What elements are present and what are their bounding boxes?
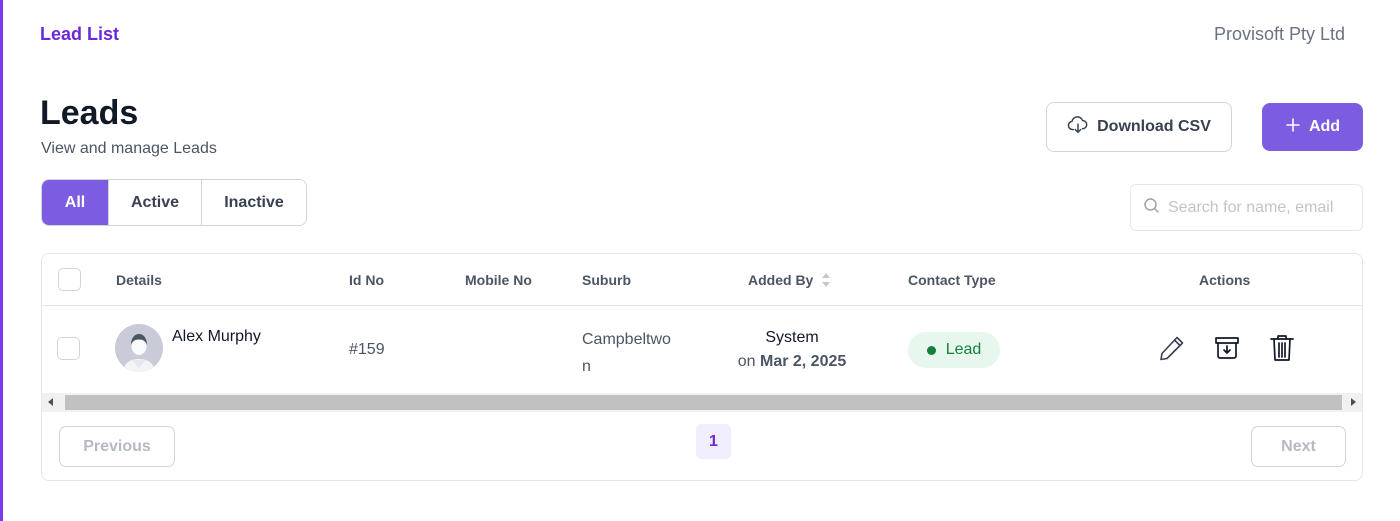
column-header-id-no: Id No [349,272,384,288]
top-bar: Lead List Provisoft Pty Ltd [40,24,1345,48]
added-on-date: Mar 2, 2025 [759,353,847,370]
lead-added-by: System on Mar 2, 2025 [732,326,852,374]
contact-type-badge: Lead [908,332,1000,368]
plus-icon [1285,117,1309,138]
scroll-right-arrow-icon[interactable] [1351,398,1356,406]
leads-table: Details Id No Mobile No Suburb Added By … [41,253,1363,481]
previous-page-button[interactable]: Previous [59,426,175,467]
sort-icon[interactable] [821,272,831,288]
lead-suburb-line-1: Campbeltwo [582,331,671,348]
add-label: Add [1308,118,1341,135]
status-dot [926,345,936,355]
search-input[interactable] [1168,198,1358,217]
scrollbar-thumb[interactable] [65,395,1342,410]
page-subtitle: View and manage Leads [41,140,217,157]
company-name: Provisoft Pty Ltd [1213,24,1345,44]
filter-tabs: All Active Inactive [41,179,307,226]
page-number-button[interactable]: 1 [696,424,731,459]
tab-active[interactable]: Active [109,180,202,225]
added-by-header-label: Added By [748,272,814,288]
download-csv-button[interactable]: Download CSV [1046,102,1232,152]
trash-icon [1268,333,1296,368]
lead-name[interactable]: Alex Murphy [172,328,261,346]
archive-button[interactable] [1212,334,1242,366]
user-avatar-icon [115,324,163,372]
archive-icon [1213,334,1241,367]
added-by-user: System [765,329,819,346]
column-header-added-by[interactable]: Added By [748,272,831,288]
page-title: Leads [40,94,139,132]
column-header-suburb: Suburb [582,272,631,288]
breadcrumb[interactable]: Lead List [40,24,119,45]
column-header-mobile-no: Mobile No [465,272,532,288]
column-header-details: Details [116,272,162,288]
lead-suburb: Campbeltwo n [582,326,671,380]
table-header: Details Id No Mobile No Suburb Added By … [42,254,1362,306]
added-on: on Mar 2, 2025 [732,350,852,374]
added-on-prefix: on [737,353,756,370]
column-header-actions: Actions [1199,272,1251,288]
delete-button[interactable] [1267,334,1297,366]
select-all-checkbox[interactable] [58,268,81,291]
pencil-icon [1158,334,1186,367]
next-page-button[interactable]: Next [1251,426,1346,467]
horizontal-scrollbar[interactable] [42,393,1362,412]
tab-all[interactable]: All [42,180,109,225]
scroll-left-arrow-icon[interactable] [48,398,53,406]
edit-button[interactable] [1157,334,1187,366]
search-icon [1143,197,1168,219]
add-button[interactable]: Add [1262,103,1363,151]
row-checkbox[interactable] [57,337,80,360]
contact-type-label: Lead [945,341,982,358]
lead-suburb-line-2: n [582,358,591,375]
column-header-contact-type: Contact Type [908,272,996,288]
search-box [1130,184,1363,231]
cloud-download-icon [1067,115,1097,140]
tab-inactive[interactable]: Inactive [202,180,306,225]
table-row: Alex Murphy #159 Campbeltwo n System on … [42,306,1362,393]
lead-id: #159 [349,341,385,358]
download-csv-label: Download CSV [1097,118,1211,135]
left-accent-bar [0,0,3,521]
